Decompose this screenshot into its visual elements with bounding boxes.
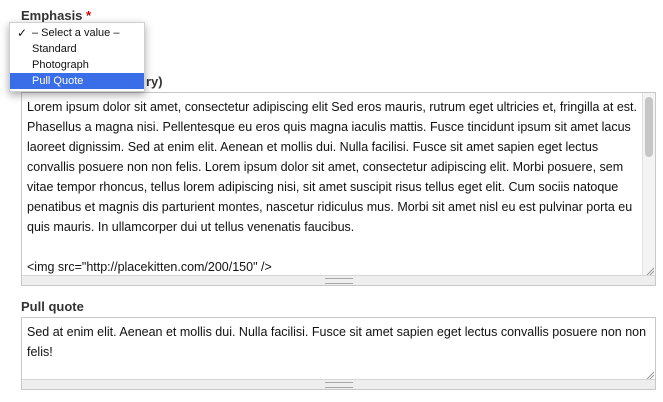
pull-quote-textarea[interactable]: Sed at enim elit. Aenean et mollis dui. … — [21, 317, 656, 390]
option-standard[interactable]: Standard — [10, 41, 144, 57]
checkmark-icon: ✓ — [17, 26, 28, 40]
body-textarea[interactable]: Lorem ipsum dolor sit amet, consectetur … — [21, 92, 656, 286]
grip-lines-icon — [324, 278, 353, 284]
grip-lines-icon — [324, 382, 353, 388]
resize-corner-icon[interactable] — [645, 370, 654, 379]
resize-grip[interactable] — [22, 275, 655, 285]
scrollbar-thumb[interactable] — [645, 97, 653, 157]
resize-corner-icon[interactable] — [645, 266, 654, 275]
option-select-a-value[interactable]: ✓ – Select a value – — [10, 25, 144, 41]
required-marker: * — [86, 8, 92, 23]
body-field-label: ry) — [146, 74, 163, 89]
pull-quote-label: Pull quote — [21, 299, 84, 314]
body-textarea-text[interactable]: Lorem ipsum dolor sit amet, consectetur … — [27, 97, 641, 275]
emphasis-label: Emphasis * — [21, 8, 92, 23]
option-pull-quote[interactable]: Pull Quote — [10, 73, 144, 89]
emphasis-dropdown-menu[interactable]: ✓ – Select a value – Standard Photograph… — [9, 22, 145, 92]
option-photograph[interactable]: Photograph — [10, 57, 144, 73]
pull-quote-textarea-text[interactable]: Sed at enim elit. Aenean et mollis dui. … — [27, 322, 647, 362]
vertical-scrollbar[interactable] — [642, 93, 655, 276]
resize-grip[interactable] — [22, 379, 655, 389]
